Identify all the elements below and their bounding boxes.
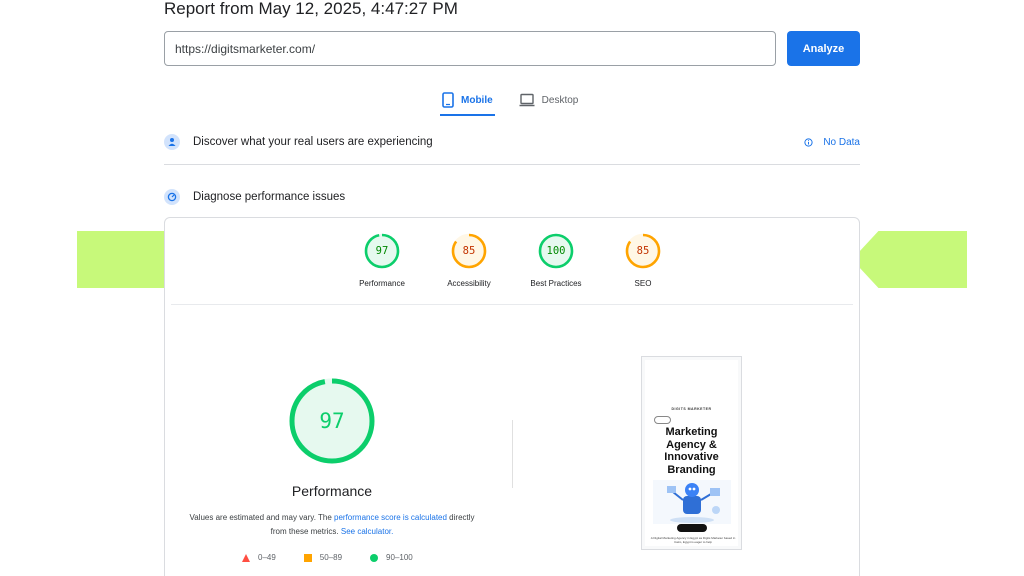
legend-range: 0–49 [258, 553, 276, 562]
score-gauge-best-practices[interactable]: 100 Best Practices [511, 233, 601, 288]
legend-range: 90–100 [386, 553, 413, 562]
legend-pass: 90–100 [370, 553, 413, 562]
score-value: 100 [546, 245, 566, 257]
tab-mobile[interactable]: Mobile [440, 86, 495, 116]
see-calculator-link[interactable]: See calculator. [341, 527, 393, 536]
score-ring: 97 [364, 233, 400, 269]
section-divider [164, 164, 860, 165]
report-title: Report from May 12, 2025, 4:47:27 PM [164, 0, 458, 18]
screenshot-footer: A Digital Marketing Agency in Egypt as D… [650, 536, 736, 544]
main-score-value: 97 [319, 409, 345, 433]
score-gauge-seo[interactable]: 85 SEO [598, 233, 688, 288]
cwv-section-label: Discover what your real users are experi… [193, 136, 433, 148]
screenshot-content: DIGITS MARKETER Marketing Agency & Innov… [645, 360, 738, 546]
no-data-status: No Data [804, 137, 860, 148]
screenshot-pill [654, 416, 671, 424]
circle-icon [370, 553, 379, 562]
highlight-arrow-right [852, 231, 967, 288]
screenshot-headline: Marketing Agency & Innovative Branding [664, 426, 719, 476]
tab-mobile-label: Mobile [461, 94, 493, 106]
legend-average: 50–89 [303, 553, 343, 562]
tab-desktop-label: Desktop [541, 94, 579, 106]
triangle-icon [242, 553, 250, 562]
score-label: Best Practices [530, 279, 582, 288]
diagnose-section: Diagnose performance issues [164, 188, 860, 206]
no-data-label: No Data [823, 136, 860, 148]
score-gauge-accessibility[interactable]: 85 Accessibility [424, 233, 514, 288]
cwv-section[interactable]: Discover what your real users are experi… [164, 133, 860, 151]
url-input[interactable] [164, 31, 776, 66]
score-value: 85 [462, 245, 476, 257]
score-ring: 100 [538, 233, 574, 269]
smartphone-icon [442, 92, 454, 108]
page-screenshot-thumbnail: DIGITS MARKETER Marketing Agency & Innov… [641, 356, 742, 550]
device-tabs: Mobile Desktop [440, 86, 580, 116]
analyze-button[interactable]: Analyze [787, 31, 860, 66]
score-label: Performance [359, 279, 405, 288]
score-disclaimer: Values are estimated and may vary. The p… [182, 511, 482, 539]
robot-illustration-icon [653, 480, 731, 524]
screenshot-button [677, 524, 707, 532]
gauge-icon [164, 189, 180, 205]
legend-range: 50–89 [319, 553, 343, 562]
score-ring: 85 [451, 233, 487, 269]
laptop-icon [519, 93, 535, 107]
disclaimer-text: Values are estimated and may vary. The [189, 513, 334, 522]
score-gauge-performance[interactable]: 97 Performance [337, 233, 427, 288]
card-divider [171, 304, 853, 305]
users-icon [164, 134, 180, 150]
score-ring: 85 [625, 233, 661, 269]
main-performance-gauge: 97 [288, 377, 376, 465]
legend-fail: 0–49 [242, 553, 276, 562]
score-label: Accessibility [447, 279, 491, 288]
vertical-divider [512, 420, 513, 488]
main-score-label: Performance [291, 483, 373, 499]
score-value: 97 [375, 245, 389, 257]
tab-desktop[interactable]: Desktop [517, 86, 581, 114]
score-calculated-link[interactable]: performance score is calculated [334, 513, 447, 522]
score-legend: 0–49 50–89 90–100 [242, 553, 413, 562]
score-label: SEO [634, 279, 652, 288]
info-icon [804, 137, 813, 147]
diagnose-section-label: Diagnose performance issues [193, 191, 346, 203]
square-icon [303, 553, 312, 562]
score-value: 85 [636, 245, 650, 257]
screenshot-brand: DIGITS MARKETER [671, 407, 712, 411]
